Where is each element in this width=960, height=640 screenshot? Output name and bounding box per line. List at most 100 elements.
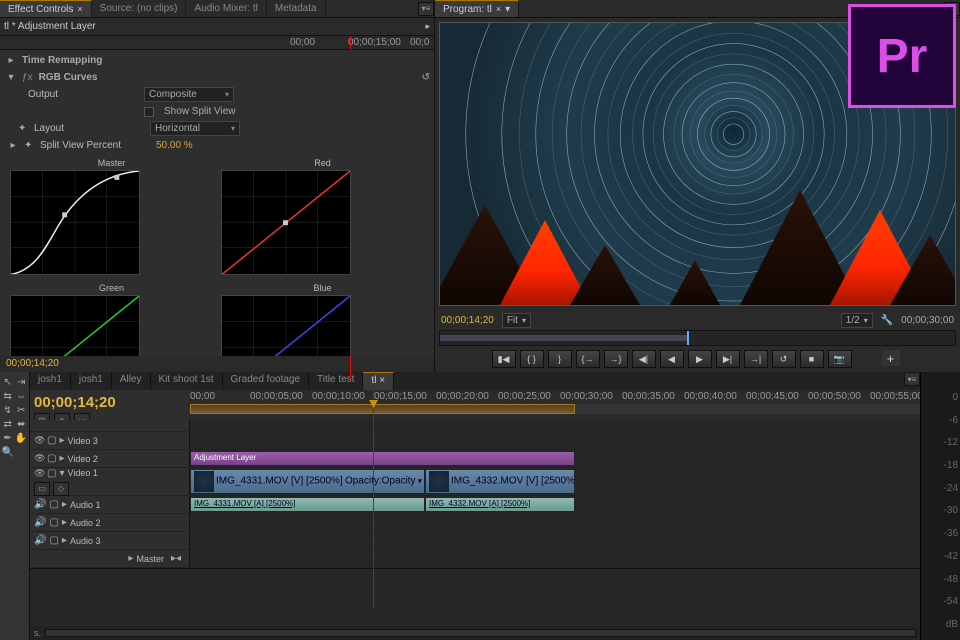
curve-master[interactable] — [10, 170, 140, 275]
effect-ruler[interactable]: 00;00 00;00;15;00 00;0 — [0, 36, 434, 50]
seq-tab[interactable]: Alley — [112, 372, 151, 390]
layout-dropdown[interactable]: Horizontal — [150, 121, 240, 136]
seq-tab[interactable]: josh1 — [30, 372, 71, 390]
seq-tab[interactable]: Graded footage — [223, 372, 310, 390]
timeline-panel: josh1 josh1 Alley Kit shoot 1st Graded f… — [30, 372, 920, 640]
track-master[interactable] — [190, 550, 920, 567]
play-back-button[interactable]: ◀ — [660, 350, 684, 368]
layout-label: Layout — [34, 123, 144, 134]
lock-icon[interactable]: ▢ — [49, 499, 58, 510]
timeline-timecode[interactable]: 00;00;14;20 — [34, 394, 186, 411]
track-v2[interactable]: Adjustment Layer — [190, 450, 920, 467]
lock-icon[interactable]: ▢ — [47, 468, 56, 479]
slip-tool[interactable]: ⇄ — [2, 418, 14, 430]
top-pane: Effect Controls× Source: (no clips) Audi… — [0, 0, 960, 372]
track-a3[interactable] — [190, 532, 920, 549]
goto-in-button[interactable]: {→ — [576, 350, 600, 368]
eye-icon[interactable]: 👁 — [34, 468, 44, 479]
timeline-playhead[interactable] — [373, 390, 374, 608]
rgb-curves-group[interactable]: RGB Curves — [39, 72, 98, 83]
tab-metadata[interactable]: Metadata — [267, 0, 326, 17]
program-scrubber[interactable] — [439, 330, 956, 346]
track-v1[interactable]: IMG_4331.MOV [V] [2500%] Opacity:Opacity… — [190, 468, 920, 495]
play-button[interactable]: ▶ — [688, 350, 712, 368]
zoom-scrollbar[interactable] — [45, 629, 916, 637]
sequence-tabs: josh1 josh1 Alley Kit shoot 1st Graded f… — [30, 372, 920, 390]
clip-video-1[interactable]: IMG_4331.MOV [V] [2500%] Opacity:Opacity… — [190, 469, 425, 494]
split-pct-label: Split View Percent — [40, 140, 150, 151]
clip-audio-2[interactable]: IMG_4332.MOV [A] [2500%] — [425, 497, 575, 512]
output-dropdown[interactable]: Composite — [144, 87, 234, 102]
safe-margins-button[interactable]: ■ — [800, 350, 824, 368]
mute-icon[interactable]: 🔊 — [34, 535, 46, 546]
mute-icon[interactable]: 🔊 — [34, 517, 46, 528]
export-frame-button[interactable]: 📷 — [828, 350, 852, 368]
wrench-icon[interactable]: 🔧 — [881, 315, 893, 326]
clip-audio-1[interactable]: IMG_4331.MOV [A] [2500%] — [190, 497, 425, 512]
tab-audio-mixer[interactable]: Audio Mixer: tl — [186, 0, 266, 17]
curve-red[interactable] — [221, 170, 351, 275]
lock-icon[interactable]: ▢ — [47, 435, 56, 446]
lock-icon[interactable]: ▢ — [49, 535, 58, 546]
panel-menu-icon[interactable]: ▾≡ — [904, 372, 920, 386]
premiere-logo: Pr — [848, 4, 956, 108]
mark-in-button[interactable]: ▮◀ — [492, 350, 516, 368]
effect-tabs: Effect Controls× Source: (no clips) Audi… — [0, 0, 434, 18]
rate-tool[interactable]: ↯ — [2, 404, 14, 416]
tab-effect-controls[interactable]: Effect Controls× — [0, 0, 92, 17]
clip-adjustment[interactable]: Adjustment Layer — [190, 451, 575, 466]
selection-tool[interactable]: ↖ — [2, 376, 14, 388]
work-area-bar[interactable] — [190, 404, 920, 414]
pen-tool[interactable]: ✒ — [2, 432, 13, 444]
goto-out-button[interactable]: →} — [604, 350, 628, 368]
mute-icon[interactable]: 🔊 — [34, 499, 46, 510]
seq-tab[interactable]: Title test — [309, 372, 363, 390]
effect-timecode[interactable]: 00;00;14;20 — [0, 356, 434, 372]
show-split-checkbox[interactable] — [144, 107, 154, 117]
program-timecode[interactable]: 00;00;14;20 — [441, 315, 494, 326]
panel-menu-icon[interactable]: ▾≡ — [418, 2, 434, 16]
zoom-tool[interactable]: 🔍 — [2, 446, 14, 458]
fit-dropdown[interactable]: Fit — [502, 313, 531, 328]
lock-icon[interactable]: ▢ — [47, 453, 56, 464]
tab-program[interactable]: Program: tl×▾ — [435, 0, 519, 17]
goto-next-button[interactable]: →| — [744, 350, 768, 368]
curve-blue[interactable] — [221, 295, 351, 356]
transport-bar: ▮◀ { } } {→ →} ◀| ◀ ▶ ▶| →| ↺ ■ 📷 + — [435, 346, 960, 372]
tab-source[interactable]: Source: (no clips) — [92, 0, 187, 17]
track-select-tool[interactable]: ⇥ — [16, 376, 28, 388]
mark-out-button[interactable]: } — [548, 350, 572, 368]
track-v3[interactable] — [190, 432, 920, 449]
add-button[interactable]: + — [882, 350, 900, 366]
lock-icon[interactable]: ▢ — [49, 517, 58, 528]
slide-tool[interactable]: ⬌ — [16, 418, 28, 430]
program-duration: 00;00;30;00 — [901, 315, 954, 326]
rolling-tool[interactable]: ⇔ — [16, 390, 28, 402]
seq-tab[interactable]: josh1 — [71, 372, 112, 390]
curve-green[interactable] — [10, 295, 140, 356]
clip-video-2[interactable]: IMG_4332.MOV [V] [2500%] — [425, 469, 575, 494]
step-back-button[interactable]: ◀| — [632, 350, 656, 368]
tool-palette: ↖⇥ ⇆⇔ ↯✂ ⇄⬌ ✒✋ 🔍 — [0, 372, 30, 640]
mark-clip-button[interactable]: { } — [520, 350, 544, 368]
timeline-ruler[interactable]: 00;00 00;00;05;00 00;00;10;00 00;00;15;0… — [190, 390, 920, 404]
razor-tool[interactable]: ✂ — [16, 404, 28, 416]
eye-icon[interactable]: 👁 — [34, 435, 44, 446]
eye-icon[interactable]: 👁 — [34, 453, 44, 464]
reset-icon[interactable]: ↺ — [422, 72, 430, 83]
step-fwd-button[interactable]: ▶| — [716, 350, 740, 368]
loop-button[interactable]: ↺ — [772, 350, 796, 368]
zoom-dropdown[interactable]: 1/2 — [841, 313, 873, 328]
clip-title: tl * Adjustment Layer — [4, 21, 425, 32]
track-a1[interactable]: IMG_4331.MOV [A] [2500%] IMG_4332.MOV [A… — [190, 496, 920, 513]
seq-tab[interactable]: Kit shoot 1st — [151, 372, 223, 390]
track-a2[interactable] — [190, 514, 920, 531]
hand-tool[interactable]: ✋ — [15, 432, 27, 444]
seq-tab-active[interactable]: tl × — [363, 372, 394, 390]
ripple-tool[interactable]: ⇆ — [2, 390, 14, 402]
curve-red-label: Red — [221, 158, 424, 168]
split-pct-value[interactable]: 50.00 % — [156, 140, 193, 151]
curve-master-label: Master — [10, 158, 213, 168]
curve-green-label: Green — [10, 283, 213, 293]
time-remapping-group[interactable]: Time Remapping — [22, 55, 102, 66]
